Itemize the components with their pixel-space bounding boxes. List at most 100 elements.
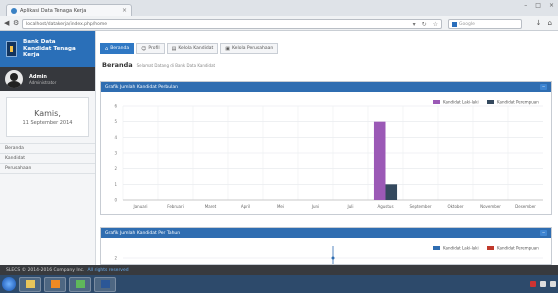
media-icon [50,280,60,288]
x-tick-label: Februari [167,204,183,209]
y-tick-label: 1 [114,182,117,187]
taskbar-explorer[interactable] [19,276,41,292]
identity-icon[interactable]: ⚙ [13,19,19,27]
user-role: Administrator [29,79,57,85]
user-panel: Admin Administrator [0,67,95,91]
y-tick-label: 2 [114,166,117,171]
system-tray [530,281,556,287]
home-icon: ⌂ [105,45,109,52]
x-tick-label: Maret [205,204,217,209]
panel-title: Grafik Jumlah Kandidat Per Tahun [105,230,181,236]
maximize-icon[interactable]: □ [535,2,541,9]
sidebar-item-beranda[interactable]: Beranda [0,144,95,154]
browser-tab[interactable]: Aplikasi Data Tenaga Kerja × [6,4,132,16]
tab-profil[interactable]: ☺ Profil [136,43,165,54]
start-button[interactable] [2,277,16,291]
home-browser-icon[interactable]: ⌂ [548,19,552,27]
close-icon[interactable]: × [122,7,127,14]
avatar [5,70,23,88]
search-placeholder: Google [459,21,475,27]
panel-header: Grafik Jumlah Kandidat Perbulan − [101,82,551,92]
legend-label: Kandidat Laki-laki [443,246,479,251]
taskbar-app[interactable] [69,276,91,292]
legend-label: Kandidat Perempuan [497,100,539,105]
tab-beranda[interactable]: ⌂ Beranda [100,43,135,54]
x-tick-label: November [480,204,501,209]
tab-label: Profil [148,46,160,51]
browser-toolbar: ◀ ⚙ localhost/datakerja/index.php/home ▾… [0,16,558,31]
page-title: Beranda [102,61,133,69]
tab-label: Beranda [110,46,130,51]
y-tick-label: 0 [114,198,117,203]
app-icon [75,280,85,288]
yearly-chart-panel: Grafik Jumlah Kandidat Per Tahun − 2 Kand… [100,227,552,265]
page-heading: Beranda Selamat Datang di Bank Data Kand… [102,61,215,69]
brand-title: Bank Data Kandidat Tenaga Kerja [23,39,76,59]
x-tick-label: April [241,204,250,209]
back-icon[interactable]: ◀ [4,19,9,27]
y-tick-label: 5 [114,119,117,124]
x-tick-label: Januari [133,204,148,209]
google-icon[interactable] [452,21,457,27]
y-tick-label: 3 [114,151,117,156]
brand[interactable]: Bank Data Kandidat Tenaga Kerja [0,31,95,67]
sidebar-item-perusahaan[interactable]: Perusahaan [0,164,95,174]
address-bar-icons: ▾ ↻ ☆ [413,21,438,28]
window-controls: – □ × [524,2,554,9]
footer-link[interactable]: All rights reserved [87,268,128,273]
legend-swatch [487,246,494,250]
tab-kelola-kandidat[interactable]: ▤ Kelola Kandidat [166,43,219,54]
browser-tab-bar: Aplikasi Data Tenaga Kerja × – □ × [0,0,558,16]
x-tick-label: September [409,204,431,209]
sidebar: Bank Data Kandidat Tenaga Kerja Admin Ad… [0,31,96,265]
panel-header: Grafik Jumlah Kandidat Per Tahun − [101,228,551,238]
x-tick-label: Agustus [377,204,393,209]
panel-title: Grafik Jumlah Kandidat Perbulan [105,84,178,90]
folder-icon: ▤ [171,45,177,52]
y-tick-label: 6 [114,104,117,109]
word-icon [100,280,110,288]
tab-kelola-perusahaan[interactable]: ▣ Kelola Perusahaan [220,43,279,54]
legend-swatch [433,246,440,250]
volume-icon[interactable] [550,281,556,287]
legend-swatch [487,100,494,104]
download-icon[interactable]: ↓ [536,19,542,27]
side-menu: Beranda Kandidat Perusahaan [0,143,95,174]
date-full: 11 September 2014 [22,119,73,126]
browser-tool-icons: ↓ ⌂ [536,19,552,27]
user-icon: ☺ [141,45,147,52]
footer-text: SLECS © 2014-2016 Company Inc. [6,267,85,273]
search-bar[interactable]: Google [448,19,522,29]
address-bar[interactable]: localhost/datakerja/index.php/home ▾ ↻ ☆ [22,19,442,29]
building-icon: ▣ [225,45,230,52]
browser-tab-title: Aplikasi Data Tenaga Kerja [20,7,87,14]
x-tick-label: Juli [347,204,354,209]
legend-label: Kandidat Perempuan [497,246,539,251]
taskbar-word[interactable] [94,276,116,292]
tab-label: Kelola Perusahaan [231,46,274,51]
collapse-button[interactable]: − [540,230,547,236]
bar [385,184,398,200]
y-tick-label: 2 [114,256,117,261]
dropdown-icon[interactable]: ▾ [413,21,416,28]
close-window-icon[interactable]: × [549,2,554,9]
antivirus-icon[interactable] [530,281,536,287]
legend-label: Kandidat Laki-laki [443,100,479,105]
sidebar-item-kandidat[interactable]: Kandidat [0,154,95,164]
y-tick-label: 4 [114,135,117,140]
reload-icon[interactable]: ↻ [422,21,427,28]
yearly-line-chart: 2 Kandidat Laki-laki Kandidat Perempuan [114,246,543,264]
favicon-icon [11,7,17,14]
legend-swatch [433,100,440,104]
tab-bar: ⌂ Beranda ☺ Profil ▤ Kelola Kandidat ▣ K… [100,43,279,54]
bar [373,121,386,200]
data-point [331,256,335,260]
x-tick-label: Desember [515,204,536,209]
logo-icon [6,41,17,57]
network-icon[interactable] [540,281,546,287]
star-icon[interactable]: ☆ [433,21,438,28]
collapse-button[interactable]: − [540,84,547,90]
x-tick-label: Mei [277,204,284,209]
minimize-icon[interactable]: – [524,2,527,9]
taskbar-media[interactable] [44,276,66,292]
